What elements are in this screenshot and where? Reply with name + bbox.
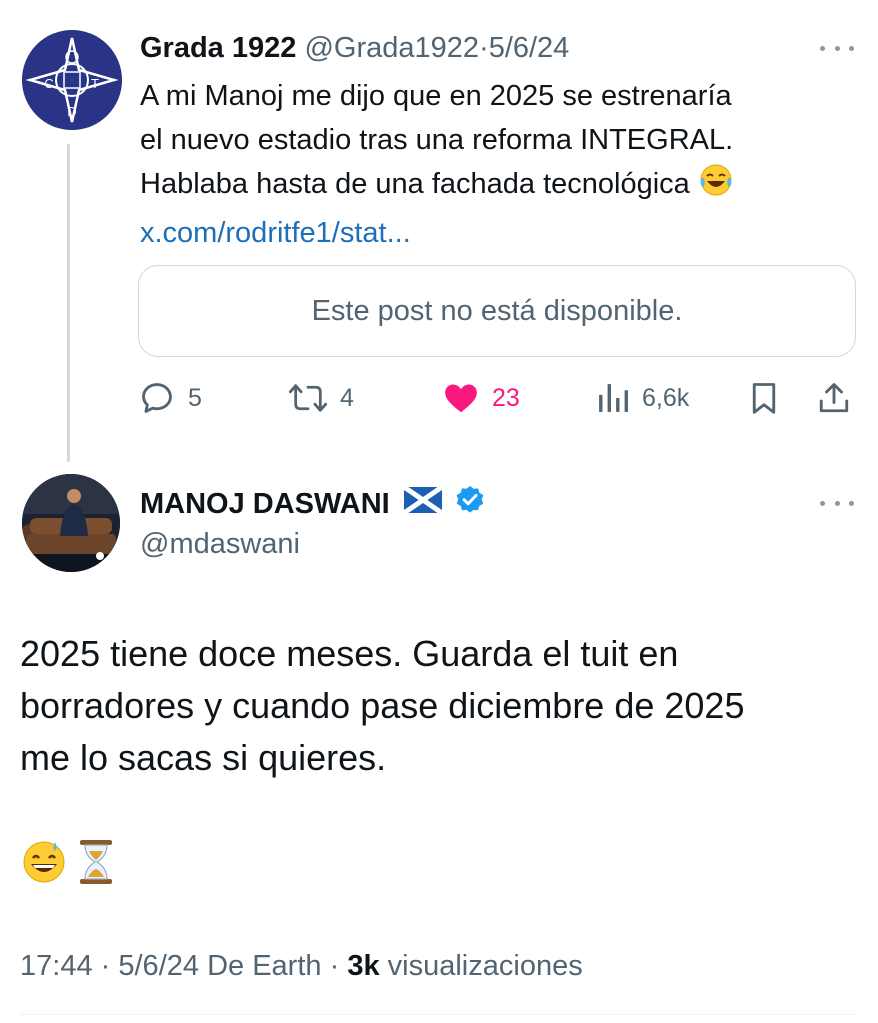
- grinning-sweat-emoji-icon: [20, 838, 68, 891]
- scotland-flag-icon: [402, 484, 444, 521]
- profile-photo: [22, 474, 120, 572]
- share-icon: [819, 383, 849, 413]
- heart-icon: [445, 384, 477, 413]
- parent-text-line-3: Hablaba hasta de una fachada tecnológica: [140, 162, 840, 211]
- main-text-line: me lo sacas si quieres.: [20, 737, 387, 778]
- reply-count: 5: [188, 383, 202, 412]
- main-text-line: 2025 tiene doce meses. Guarda el tuit en: [20, 633, 679, 674]
- parent-text-line: Hablaba hasta de una fachada tecnológica: [140, 168, 690, 200]
- main-tweet-text: 2025 tiene doce meses. Guarda el tuit en…: [20, 628, 850, 784]
- more-dot: [820, 500, 825, 506]
- crest-letter-d: D: [67, 104, 76, 119]
- main-views-label[interactable]: visualizaciones: [388, 950, 583, 982]
- unavailable-text: Este post no está disponible.: [311, 294, 683, 327]
- views-bar-chart-icon: [599, 384, 628, 412]
- bookmark-icon: [752, 383, 776, 414]
- bookmark-button[interactable]: [746, 376, 782, 420]
- more-dot: [820, 45, 825, 51]
- hourglass-emoji-icon: [76, 838, 116, 891]
- views-button[interactable]: 6,6k: [596, 376, 689, 420]
- meta-separator: ·: [329, 950, 340, 982]
- tweet-time[interactable]: 17:44: [20, 950, 93, 982]
- verified-badge-icon: [454, 484, 486, 524]
- tweet-date[interactable]: 5/6/24: [118, 950, 199, 982]
- main-author-row: MANOJ DASWANI: [140, 484, 486, 524]
- parent-more-button[interactable]: [820, 40, 854, 56]
- like-button[interactable]: 23: [442, 376, 520, 420]
- share-button[interactable]: [816, 376, 852, 420]
- parent-author-name[interactable]: Grada 1922: [140, 32, 296, 64]
- emoji-row: [20, 838, 116, 891]
- club-crest-icon: C T D: [22, 30, 122, 130]
- parent-text-line: el nuevo estadio tras una reforma INTEGR…: [140, 124, 734, 156]
- parent-author-handle[interactable]: @Grada1922: [304, 32, 479, 64]
- tears-of-joy-emoji-icon: [698, 162, 734, 211]
- reply-button[interactable]: 5: [138, 376, 202, 420]
- main-text-line: borradores y cuando pase diciembre de 20…: [20, 685, 745, 726]
- manoj-avatar[interactable]: [22, 474, 120, 572]
- tweet-meta: 17:44 · 5/6/24 De Earth · 3k visualizaci…: [20, 950, 583, 983]
- parent-tweet-header: Grada 1922 @Grada1922·5/6/24: [140, 30, 569, 66]
- tweet-source: De Earth: [207, 950, 322, 982]
- repost-count: 4: [340, 383, 354, 412]
- crest-letter-c: C: [44, 76, 53, 91]
- parent-tweet-date[interactable]: 5/6/24: [489, 32, 570, 64]
- more-dot: [849, 45, 854, 51]
- parent-tweet-text: A mi Manoj me dijo que en 2025 se estren…: [140, 74, 840, 255]
- main-more-button[interactable]: [820, 495, 854, 511]
- divider: [20, 1014, 858, 1015]
- quote-card[interactable]: Este post no está disponible.: [138, 265, 856, 357]
- main-views-count[interactable]: 3k: [347, 950, 379, 982]
- quoted-link[interactable]: x.com/rodritfe1/stat...: [140, 211, 840, 255]
- grada-avatar[interactable]: C T D: [22, 30, 122, 130]
- reply-icon: [142, 383, 172, 413]
- crest-letter-t: T: [91, 76, 99, 91]
- repost-button[interactable]: 4: [288, 376, 354, 420]
- main-author-name[interactable]: MANOJ DASWANI: [140, 488, 390, 521]
- header-separator: ·: [479, 32, 489, 64]
- thread-line: [67, 144, 70, 462]
- more-dot: [849, 500, 854, 506]
- views-count: 6,6k: [642, 383, 690, 412]
- like-count: 23: [492, 383, 520, 412]
- repost-icon: [288, 384, 328, 412]
- meta-separator: ·: [100, 950, 111, 982]
- more-dot: [834, 45, 840, 51]
- more-dot: [834, 500, 840, 506]
- parent-text-line: A mi Manoj me dijo que en 2025 se estren…: [140, 80, 732, 112]
- main-author-handle[interactable]: @mdaswani: [140, 528, 300, 561]
